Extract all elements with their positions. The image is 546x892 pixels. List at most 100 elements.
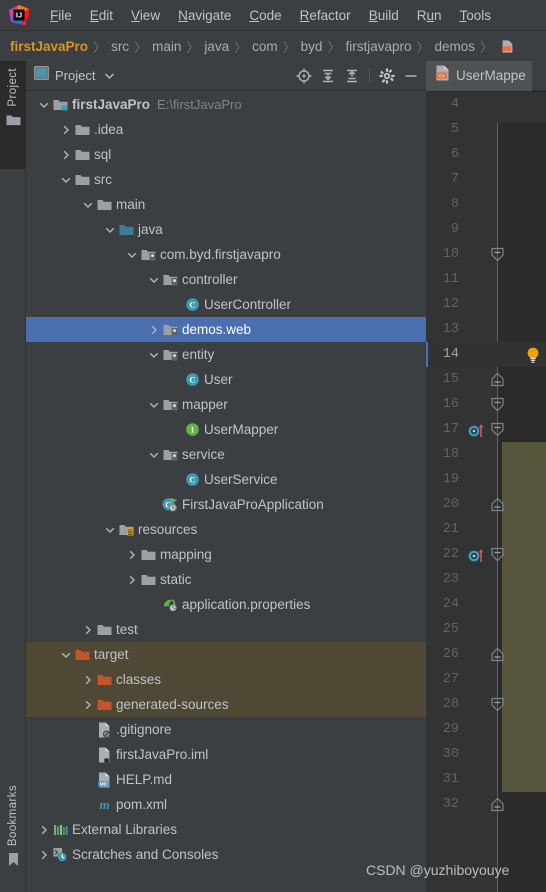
mybatis-navigate-icon[interactable] — [464, 422, 490, 438]
breadcrumb-item-src[interactable]: src — [111, 39, 129, 54]
menu-item-navigate[interactable]: Navigate — [169, 6, 240, 25]
hide-panel-button[interactable] — [400, 65, 422, 87]
tree-node-service[interactable]: service — [26, 442, 426, 467]
breadcrumb-item-main[interactable]: main — [152, 39, 181, 54]
chevron-right-icon[interactable] — [124, 550, 139, 560]
breadcrumb-item-java[interactable]: java — [204, 39, 229, 54]
chevron-right-icon[interactable] — [58, 125, 73, 135]
editor-tab-usermapper[interactable]: <> UserMappe — [426, 60, 532, 91]
breadcrumb-item-demos[interactable]: demos — [435, 39, 476, 54]
chevron-down-icon[interactable] — [146, 351, 161, 359]
chevron-down-icon[interactable] — [58, 651, 73, 659]
chevron-right-icon[interactable] — [80, 625, 95, 635]
chevron-down-icon[interactable] — [80, 201, 95, 209]
menu-item-refactor[interactable]: Refactor — [291, 6, 360, 25]
chevron-down-icon[interactable] — [36, 101, 51, 109]
menu-item-code[interactable]: Code — [240, 6, 290, 25]
menu-item-tools[interactable]: Tools — [451, 6, 501, 25]
tree-node-userservice[interactable]: C UserService — [26, 467, 426, 492]
tree-node-com-byd-firstjavapro[interactable]: com.byd.firstjavapro — [26, 242, 426, 267]
mybatis-navigate-icon[interactable] — [464, 547, 490, 563]
chevron-down-icon[interactable] — [102, 526, 117, 534]
chevron-down-icon[interactable] — [104, 67, 115, 85]
chevron-right-icon[interactable] — [146, 325, 161, 335]
breadcrumb-item-byd[interactable]: byd — [301, 39, 323, 54]
tree-node-application-properties[interactable]: application.properties — [26, 592, 426, 617]
collapse-all-button[interactable] — [341, 65, 363, 87]
tree-node-firstjavapro-iml[interactable]: firstJavaPro.iml — [26, 742, 426, 767]
tree-node-generated-sources[interactable]: generated-sources — [26, 692, 426, 717]
fold-collapse-icon[interactable] — [488, 547, 507, 567]
intellij-idea-window: IJ File Edit View Navigate Code Refactor Build… — [0, 0, 546, 892]
tree-node--gitignore[interactable]: .gitignore — [26, 717, 426, 742]
line-number: 16 — [442, 397, 459, 412]
lightbulb-icon[interactable] — [525, 346, 541, 364]
chevron-down-icon[interactable] — [146, 451, 161, 459]
sidebar-item-bookmarks[interactable]: Bookmarks — [0, 778, 26, 886]
sidebar-item-project[interactable]: Project — [0, 61, 26, 169]
tree-node-external-libraries[interactable]: External Libraries — [26, 817, 426, 842]
select-opened-file-button[interactable] — [293, 65, 315, 87]
fold-collapse-icon[interactable] — [488, 397, 507, 417]
project-tree[interactable]: firstJavaPro E:\firstJavaPro .idea sql src ma… — [26, 92, 426, 892]
tree-node-pom-xml[interactable]: m pom.xml — [26, 792, 426, 817]
chevron-down-icon[interactable] — [102, 226, 117, 234]
tree-node-resources[interactable]: resources — [26, 517, 426, 542]
breadcrumb-item-firstjavapro[interactable]: firstJavaPro — [10, 39, 88, 54]
fold-region-start-icon[interactable] — [488, 797, 507, 817]
chevron-down-icon[interactable] — [146, 276, 161, 284]
tree-node-mapper[interactable]: mapper — [26, 392, 426, 417]
chevron-right-icon[interactable] — [58, 150, 73, 160]
breadcrumb-item-com[interactable]: com — [252, 39, 278, 54]
chevron-down-icon[interactable] — [58, 176, 73, 184]
tree-node-controller[interactable]: controller — [26, 267, 426, 292]
line-number: 15 — [442, 372, 459, 387]
tree-node-label: UserController — [204, 297, 292, 312]
tree-node-firstjavapro[interactable]: firstJavaPro E:\firstJavaPro — [26, 92, 426, 117]
tree-node-label: resources — [138, 522, 198, 537]
tree-node-label: User — [204, 372, 233, 387]
chevron-right-icon[interactable] — [36, 825, 51, 835]
fold-collapse-icon[interactable] — [488, 247, 507, 267]
chevron-right-icon[interactable] — [80, 700, 95, 710]
menu-item-edit[interactable]: Edit — [81, 6, 122, 25]
fold-region-start-icon[interactable] — [488, 647, 507, 667]
breadcrumb-item-firstjavapro[interactable]: firstjavapro — [345, 39, 411, 54]
tree-node-test[interactable]: test — [26, 617, 426, 642]
tree-node-sql[interactable]: sql — [26, 142, 426, 167]
tree-node-entity[interactable]: entity — [26, 342, 426, 367]
tree-node-classes[interactable]: classes — [26, 667, 426, 692]
tree-node-usercontroller[interactable]: C UserController — [26, 292, 426, 317]
fold-collapse-icon[interactable] — [488, 697, 507, 717]
chevron-right-icon[interactable] — [80, 675, 95, 685]
tree-node-mapping[interactable]: mapping — [26, 542, 426, 567]
tree-node-static[interactable]: static — [26, 567, 426, 592]
tree-node-usermapper[interactable]: I UserMapper — [26, 417, 426, 442]
tree-node-demos-web[interactable]: demos.web — [26, 317, 426, 342]
chevron-right-icon[interactable] — [36, 850, 51, 860]
fold-region-start-icon[interactable] — [488, 497, 507, 517]
chevron-down-icon[interactable] — [124, 251, 139, 259]
tree-node-java[interactable]: java — [26, 217, 426, 242]
tree-node-target[interactable]: target — [26, 642, 426, 667]
menu-item-run[interactable]: Run — [408, 6, 451, 25]
menu-item-build[interactable]: Build — [360, 6, 408, 25]
line-number: 30 — [442, 747, 459, 762]
expand-all-button[interactable] — [317, 65, 339, 87]
chevron-down-icon[interactable] — [146, 401, 161, 409]
tree-node-scratches-and-consoles[interactable]: Scratches and Consoles — [26, 842, 426, 867]
menu-item-view[interactable]: View — [122, 6, 169, 25]
tree-node--idea[interactable]: .idea — [26, 117, 426, 142]
chevron-right-icon[interactable] — [124, 575, 139, 585]
tree-node-main[interactable]: main — [26, 192, 426, 217]
breadcrumb[interactable]: firstJavaPro 〉 src 〉 main 〉 java 〉 com 〉 byd 〉 first… — [0, 31, 546, 61]
settings-button[interactable] — [376, 65, 398, 87]
tree-node-help-md[interactable]: MD HELP.md — [26, 767, 426, 792]
fold-region-start-icon[interactable] — [488, 372, 507, 392]
tree-node-firstjavaproapplication[interactable]: C FirstJavaProApplication — [26, 492, 426, 517]
fold-collapse-icon[interactable] — [488, 422, 507, 442]
tree-node-src[interactable]: src — [26, 167, 426, 192]
tree-node-user[interactable]: C User — [26, 367, 426, 392]
menu-item-file[interactable]: File — [41, 6, 81, 25]
editor-gutter[interactable]: 4 5 6 7 8 9 10 11 12 13 14 15 16 17 18 19 20 21 22 23 24 25 26… — [426, 92, 546, 892]
